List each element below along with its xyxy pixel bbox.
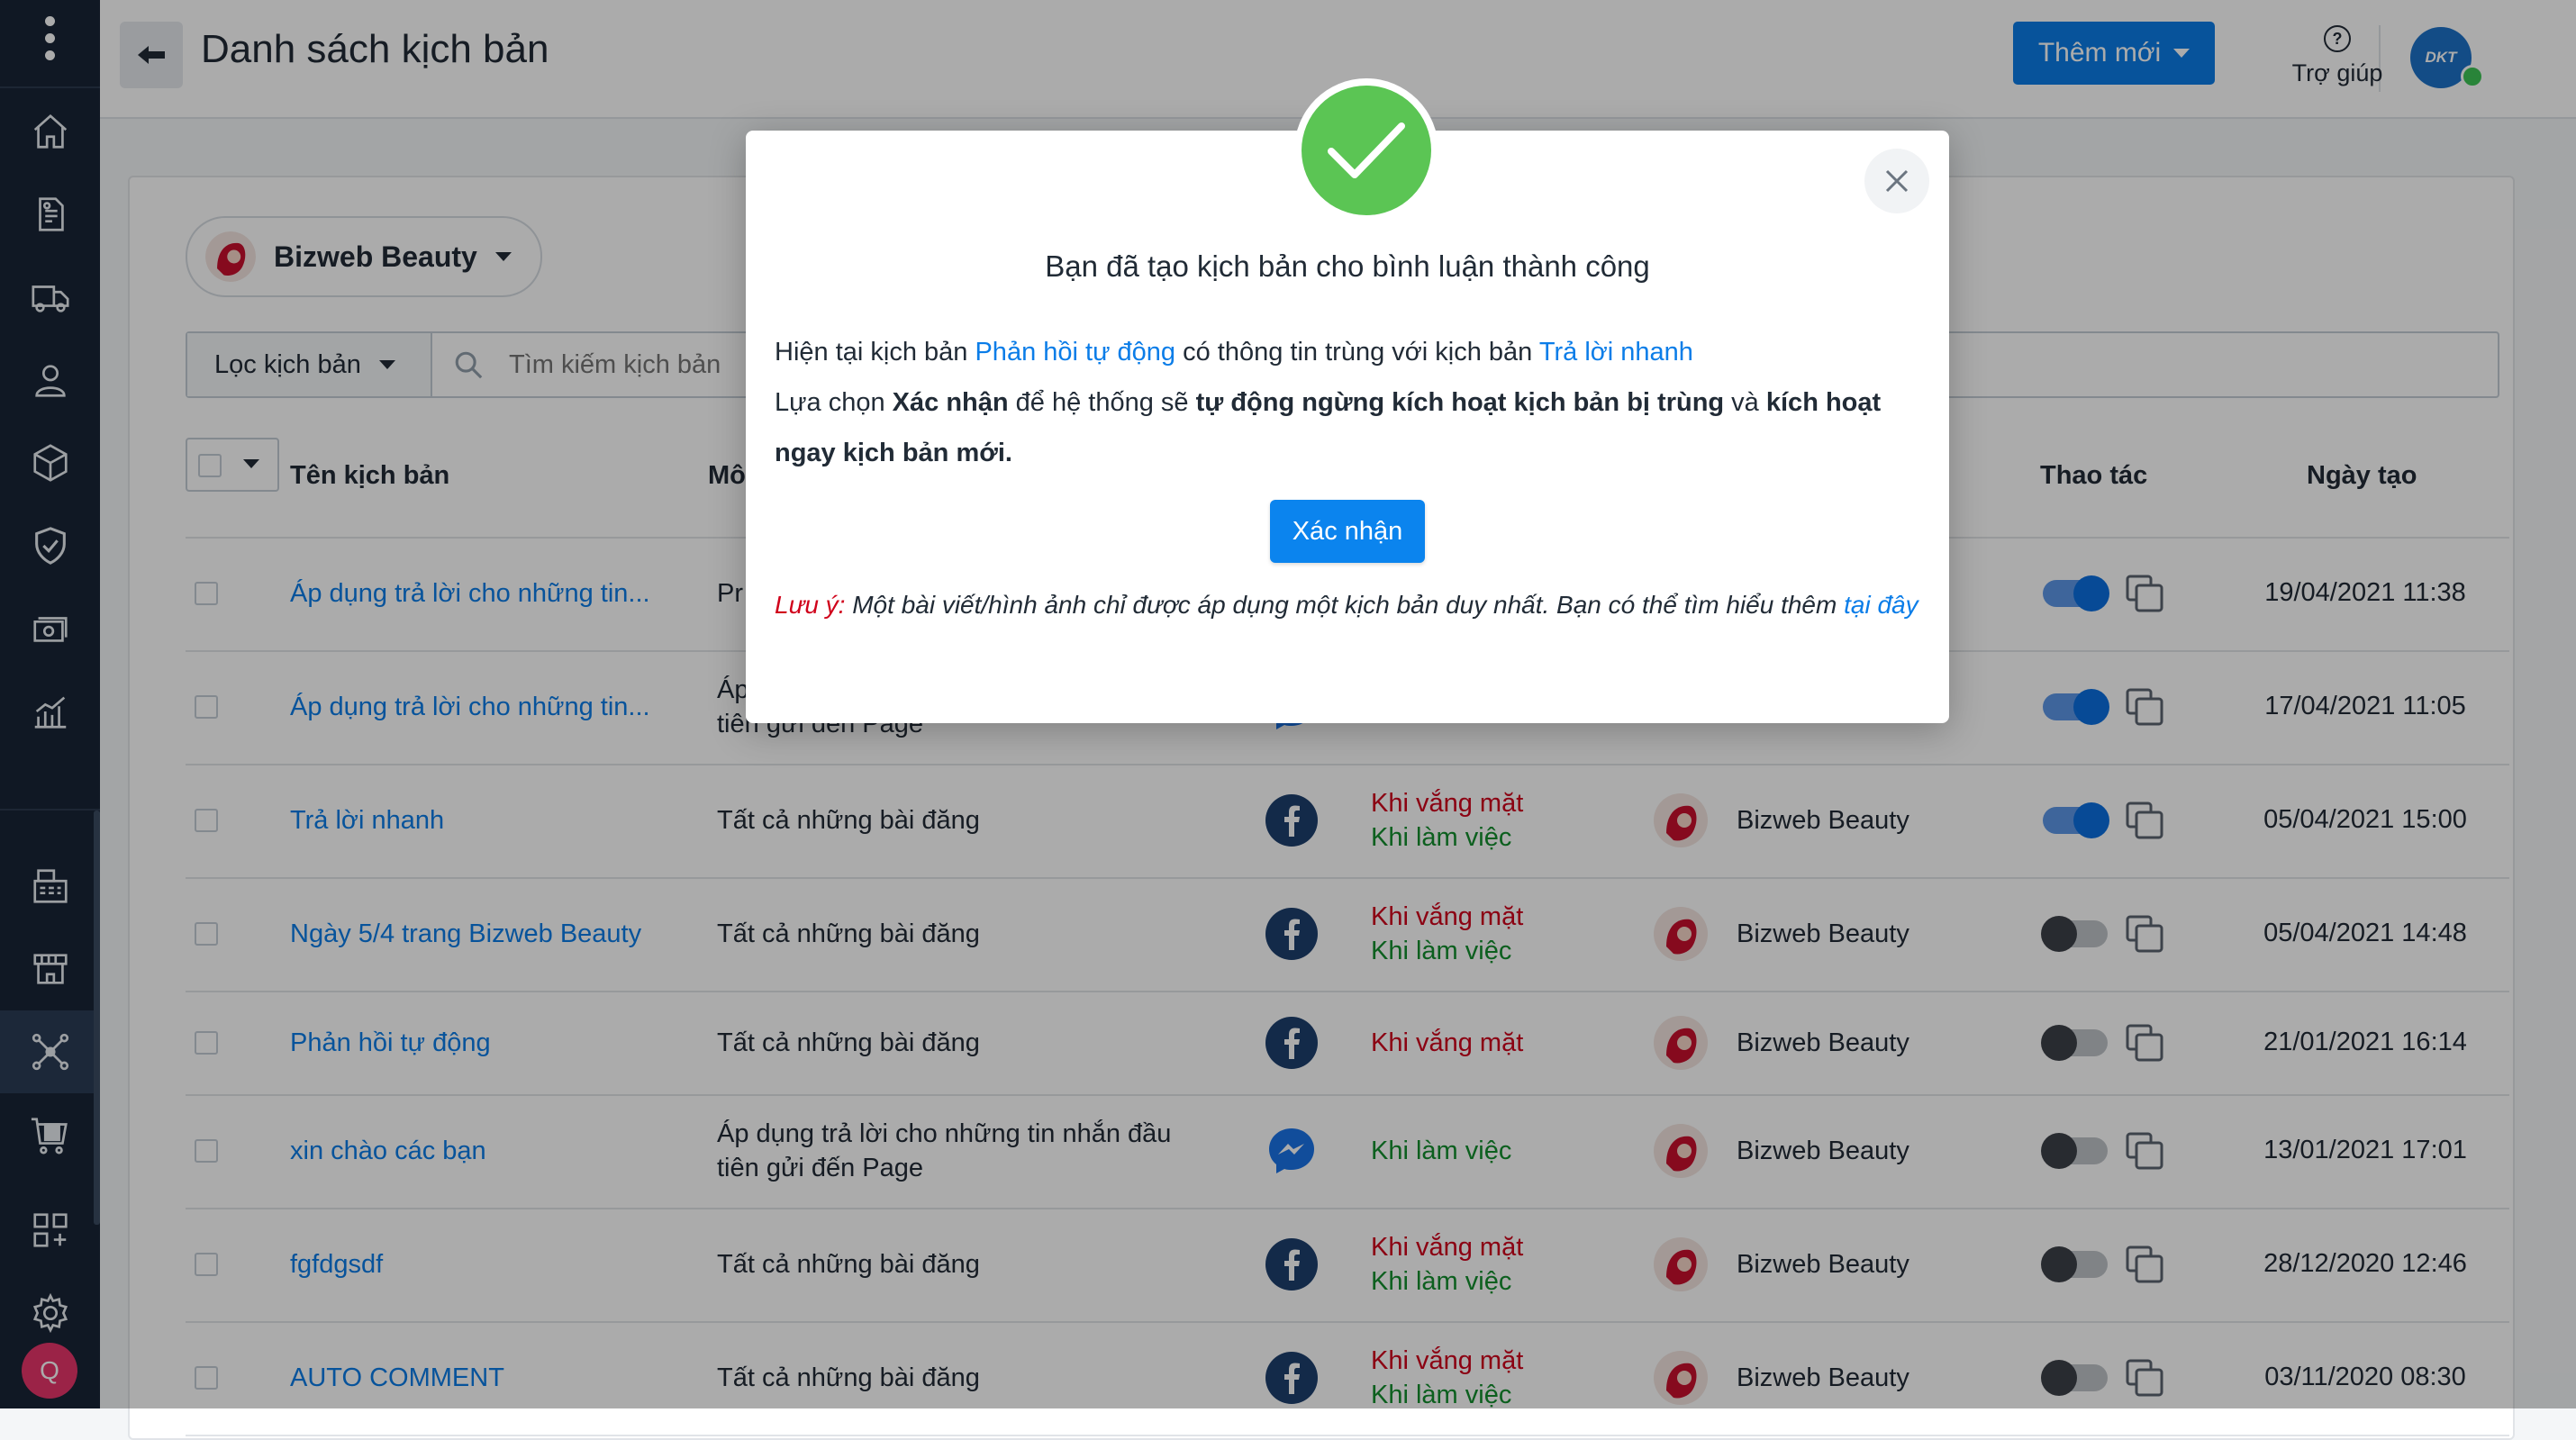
modal-text: để hệ thống sẽ <box>1008 388 1196 417</box>
modal-note: Lưu ý: Một bài viết/hình ảnh chỉ được áp… <box>775 588 1927 622</box>
confirm-button[interactable]: Xác nhận <box>1270 500 1425 563</box>
close-icon <box>1885 169 1909 193</box>
modal-line-1: Hiện tại kịch bản Phản hồi tự động có th… <box>775 327 1927 377</box>
modal-emphasis: Xác nhận <box>892 388 1009 417</box>
modal-text: Hiện tại kịch bản <box>775 338 975 367</box>
modal-line-2: Lựa chọn Xác nhận để hệ thống sẽ tự động… <box>775 377 1927 478</box>
learn-more-link[interactable]: tại đây <box>1844 591 1918 619</box>
script-link-auto-reply[interactable]: Phản hồi tự động <box>975 338 1175 367</box>
modal-body: Hiện tại kịch bản Phản hồi tự động có th… <box>775 327 1927 478</box>
script-link-quick-reply[interactable]: Trả lời nhanh <box>1539 338 1693 367</box>
modal-emphasis: tự động ngừng kích hoạt kịch bản bị trùn… <box>1195 388 1725 417</box>
checkmark-icon <box>1302 86 1431 215</box>
modal-text: có thông tin trùng với kịch bản <box>1175 338 1539 367</box>
modal-close-button[interactable] <box>1864 149 1929 213</box>
modal-text: và <box>1724 388 1766 417</box>
note-text: Một bài viết/hình ảnh chỉ được áp dụng m… <box>845 591 1845 619</box>
note-label: Lưu ý: <box>775 591 846 619</box>
modal-title: Bạn đã tạo kịch bản cho bình luận thành … <box>1045 249 1650 283</box>
modal-text: Lựa chọn <box>775 388 893 417</box>
success-badge <box>1294 78 1438 222</box>
